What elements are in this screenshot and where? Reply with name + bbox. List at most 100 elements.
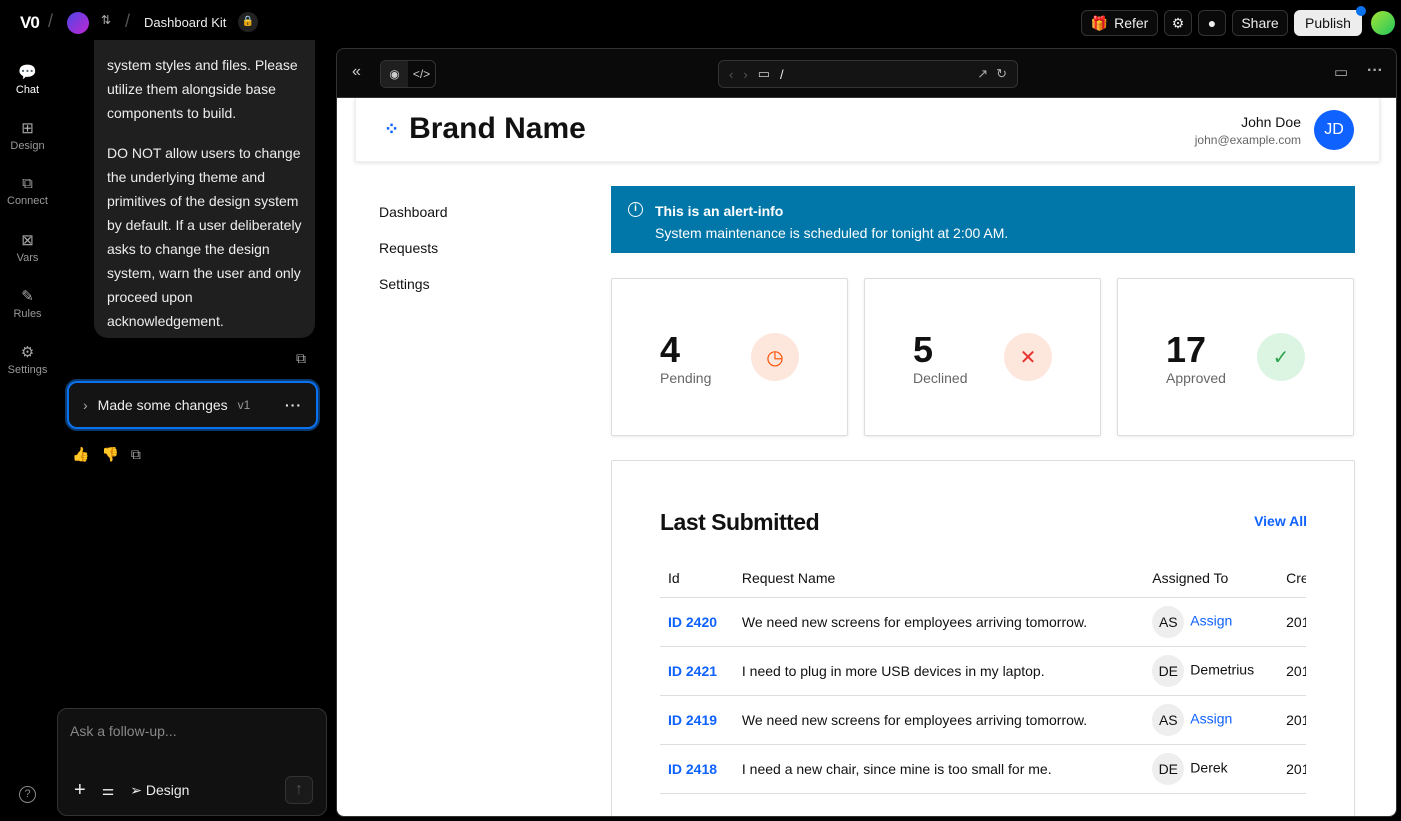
rail-label: Rules — [13, 308, 42, 320]
github-icon: ● — [1207, 15, 1217, 31]
follow-up-input[interactable] — [70, 723, 310, 739]
more-icon[interactable]: ··· — [285, 397, 302, 413]
rules-icon: ✎ — [21, 288, 34, 305]
brand-logo-icon: ⁘ — [384, 118, 400, 139]
back-icon[interactable]: ‹ — [729, 67, 733, 82]
rail-vars[interactable]: ⊠ Vars — [0, 231, 55, 264]
assignee-avatar: DE — [1152, 654, 1185, 687]
rail-label: Connect — [7, 195, 48, 207]
nav-requests[interactable]: Requests — [379, 240, 438, 256]
eye-icon[interactable]: ◉ — [381, 61, 408, 87]
table-row[interactable]: ID 2419 We need new screens for employee… — [660, 695, 1306, 745]
rail-label: Chat — [15, 84, 40, 96]
vars-icon: ⊠ — [21, 232, 34, 249]
plus-icon[interactable]: + — [74, 779, 86, 802]
assignee-avatar: AS — [1152, 605, 1185, 638]
column-header: Created — [1278, 559, 1306, 598]
copy-icon[interactable]: ⧉ — [131, 446, 141, 463]
refresh-icon[interactable]: ↻ — [996, 66, 1007, 82]
assign-link[interactable]: Assign — [1190, 710, 1232, 726]
user-name: John Doe — [1241, 114, 1301, 130]
preview-toolbar: « ◉ </> ‹ › ▭ / ↗ ↻ ▭ ··· — [337, 49, 1396, 98]
request-id-link[interactable]: ID 2418 — [668, 761, 717, 777]
v0-logo[interactable]: V0 — [20, 13, 40, 33]
chat-icon: 💬 — [18, 64, 37, 81]
cursor-icon: ➢ — [130, 782, 142, 798]
table-row[interactable]: ID 2421 I need to plug in more USB devic… — [660, 646, 1306, 696]
check-icon: ✓ — [1257, 333, 1305, 381]
settings-button[interactable]: ⚙ — [1164, 10, 1192, 36]
rail-rules[interactable]: ✎ Rules — [0, 287, 55, 320]
requests-table: Id Request Name Assigned To Created ID 2… — [660, 559, 1306, 794]
rail-settings[interactable]: ⚙ Settings — [0, 343, 55, 376]
design-label: Design — [145, 782, 190, 798]
created-date: 2018-06- — [1278, 646, 1306, 696]
external-link-icon[interactable]: ↗ — [977, 66, 988, 82]
feedback-actions: 👍 👎 ⧉ — [72, 446, 141, 463]
stat-label: Pending — [660, 370, 712, 386]
x-icon: ✕ — [1004, 333, 1052, 381]
request-name: We need new screens for employees arrivi… — [733, 597, 1145, 647]
preview-panel: « ◉ </> ‹ › ▭ / ↗ ↻ ▭ ··· ⁘ Brand Name John … — [336, 48, 1397, 817]
alert-title: This is an alert-info — [655, 203, 784, 219]
alert-info: i This is an alert-info System maintenan… — [611, 186, 1355, 253]
monitor-icon[interactable]: ▭ — [758, 66, 770, 82]
site-preview: ⁘ Brand Name John Doe john@example.com JD … — [337, 98, 1396, 816]
table-row[interactable]: ID 2420 We need new screens for employee… — [660, 597, 1306, 647]
share-button[interactable]: Share — [1232, 10, 1288, 36]
brand-name: Brand Name — [409, 112, 586, 145]
nav-settings[interactable]: Settings — [379, 276, 430, 292]
nav-dashboard[interactable]: Dashboard — [379, 204, 448, 220]
request-id-link[interactable]: ID 2419 — [668, 712, 717, 728]
forward-icon[interactable]: › — [743, 67, 747, 82]
gift-icon: 🎁 — [1090, 14, 1109, 31]
thumbs-down-icon[interactable]: 👎 — [101, 446, 118, 463]
code-icon[interactable]: </> — [408, 61, 435, 87]
copy-icon[interactable]: ⧉ — [296, 350, 306, 367]
assignee-name: Derek — [1190, 759, 1228, 776]
section-title: Last Submitted — [660, 509, 820, 535]
publish-button[interactable]: Publish — [1294, 10, 1362, 36]
stat-value: 17 — [1166, 329, 1207, 370]
refer-button[interactable]: 🎁 Refer — [1081, 10, 1158, 36]
collapse-icon[interactable]: « — [352, 63, 361, 81]
rail-chat[interactable]: 💬 Chat — [0, 63, 55, 96]
column-header: Request Name — [733, 559, 1145, 598]
send-button[interactable]: ↑ — [285, 776, 313, 804]
thumbs-up-icon[interactable]: 👍 — [72, 446, 89, 463]
help-icon[interactable]: ? — [19, 786, 36, 803]
message-paragraph: DO NOT allow users to change the underly… — [107, 145, 302, 329]
design-mode-button[interactable]: ➢ Design — [130, 782, 189, 799]
view-all-link[interactable]: View All — [1254, 513, 1307, 529]
request-id-link[interactable]: ID 2420 — [668, 614, 717, 630]
rail-design[interactable]: ⊞ Design — [0, 119, 55, 152]
url-bar[interactable]: ‹ › ▭ / ↗ ↻ — [718, 60, 1018, 88]
version-card[interactable]: › Made some changes v1 ··· — [67, 381, 318, 429]
team-avatar[interactable] — [67, 12, 89, 34]
chevron-updown-icon[interactable]: ⇅ — [101, 13, 111, 27]
panel-icon[interactable]: ▭ — [1334, 63, 1348, 81]
last-submitted-card: Last Submitted View All Id Request Name … — [611, 460, 1355, 816]
user-email: john@example.com — [1194, 133, 1301, 147]
user-avatar[interactable]: JD — [1314, 110, 1354, 150]
project-name[interactable]: Dashboard Kit — [144, 15, 226, 30]
version-badge: v1 — [237, 398, 251, 412]
assignee-avatar: DE — [1152, 752, 1185, 785]
column-header: Id — [660, 559, 734, 598]
alert-message: System maintenance is scheduled for toni… — [655, 225, 1009, 241]
github-button[interactable]: ● — [1198, 10, 1226, 36]
site-header: ⁘ Brand Name John Doe john@example.com JD — [355, 98, 1380, 162]
user-avatar[interactable] — [1371, 11, 1395, 35]
brand[interactable]: ⁘ Brand Name — [384, 112, 586, 146]
sliders-icon[interactable]: ⚌ — [102, 782, 115, 799]
created-date: 2018-06- — [1278, 744, 1306, 794]
request-id-link[interactable]: ID 2421 — [668, 663, 717, 679]
version-label: Made some changes — [97, 397, 228, 413]
created-date: 2018-06- — [1278, 597, 1306, 647]
table-row[interactable]: ID 2418 I need a new chair, since mine i… — [660, 744, 1306, 794]
column-header: Assigned To — [1144, 559, 1279, 598]
more-icon[interactable]: ··· — [1367, 62, 1383, 80]
clock-icon: ◷ — [751, 333, 799, 381]
assign-link[interactable]: Assign — [1190, 612, 1232, 628]
rail-connect[interactable]: ⧉ Connect — [0, 175, 55, 207]
